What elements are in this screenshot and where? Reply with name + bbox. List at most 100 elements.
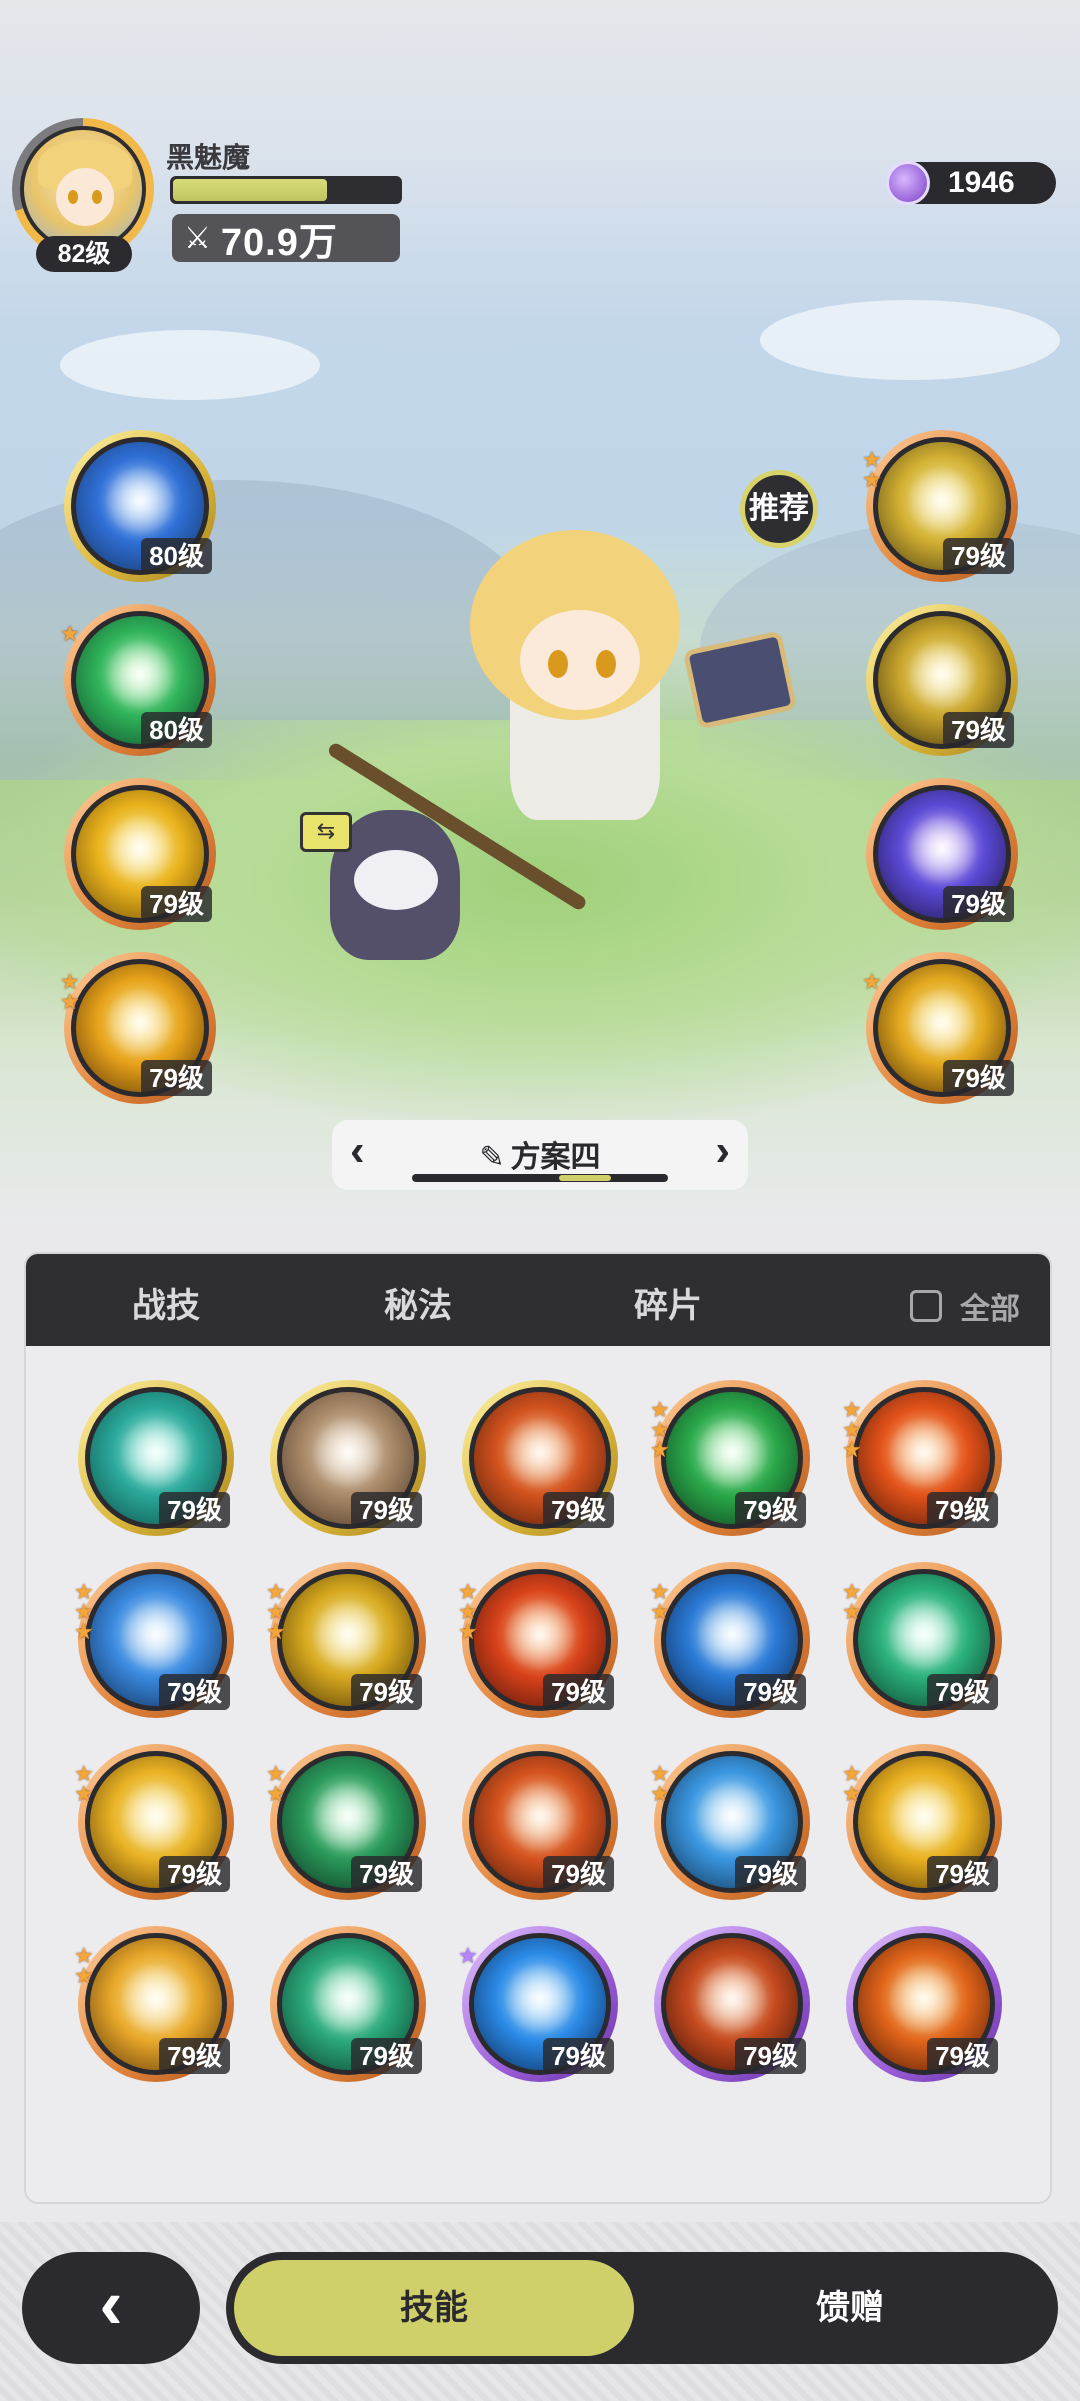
portrait-face bbox=[56, 168, 114, 226]
inventory-skill-17[interactable]: 79级 bbox=[270, 1926, 426, 2082]
character-face bbox=[520, 610, 640, 710]
inventory-skill-11[interactable]: ★ ★ 79级 bbox=[74, 1744, 234, 1900]
equipped-skill-left-3[interactable]: 79级 bbox=[64, 778, 216, 930]
star-icon: ★ bbox=[60, 621, 80, 646]
next-loadout-button[interactable]: › bbox=[715, 1126, 730, 1176]
combat-power: ⚔ 70.9万 bbox=[172, 214, 400, 264]
skill-stars: ★ ★ ★ bbox=[74, 1581, 94, 1644]
skill-level-label: 79级 bbox=[543, 1856, 614, 1892]
star-icon: ★ bbox=[458, 1619, 478, 1644]
inventory-skill-20[interactable]: 79级 bbox=[846, 1926, 1002, 2082]
inventory-skill-6[interactable]: ★ ★ ★ 79级 bbox=[74, 1562, 234, 1718]
hero-name: 黑魅魔 bbox=[166, 142, 251, 173]
inventory-skill-7[interactable]: ★ ★ ★ 79级 bbox=[266, 1562, 426, 1718]
skill-level-label: 79级 bbox=[351, 2038, 422, 2074]
skill-stars: ★ ★ bbox=[266, 1763, 286, 1806]
inventory-skill-2[interactable]: 79级 bbox=[270, 1380, 426, 1536]
skill-level-label: 79级 bbox=[141, 1060, 212, 1096]
skill-level-label: 79级 bbox=[141, 886, 212, 922]
inventory-skill-15[interactable]: ★ ★ 79级 bbox=[842, 1744, 1002, 1900]
loadout-indicator-thumb bbox=[558, 1175, 611, 1181]
hero-level-badge: 82级 bbox=[36, 236, 132, 272]
skill-stars: ★ ★ bbox=[842, 1581, 862, 1623]
skill-stars: ★ ★ ★ bbox=[458, 1581, 478, 1644]
equipped-skill-right-1[interactable]: ★ ★ 79级 bbox=[862, 430, 1018, 582]
inventory-skill-13[interactable]: 79级 bbox=[462, 1744, 618, 1900]
portrait-eye bbox=[68, 190, 78, 204]
skill-level-label: 79级 bbox=[159, 2038, 230, 2074]
skill-stars: ★ ★ bbox=[650, 1581, 670, 1624]
inventory-skill-3[interactable]: 79级 bbox=[462, 1380, 618, 1536]
show-all-checkbox[interactable] bbox=[910, 1290, 942, 1322]
skill-level-label: 79级 bbox=[927, 1856, 998, 1892]
inventory-skill-4[interactable]: ★ ★ ★ 79级 bbox=[650, 1380, 810, 1536]
currency-counter[interactable]: 1946 bbox=[886, 161, 1056, 205]
skill-level-label: 79级 bbox=[543, 1492, 614, 1528]
skill-level-label: 79级 bbox=[351, 1856, 422, 1892]
tab-fragments[interactable]: 碎片 bbox=[546, 1270, 790, 1346]
skill-stars: ★ bbox=[60, 621, 80, 646]
inventory-skill-19[interactable]: 79级 bbox=[654, 1926, 810, 2082]
skill-inventory-panel: 战技 秘法 碎片 全部 79级 79级 79级 ★ ★ ★ 79级 ★ ★ ★ 79级 ★ ★ ★ 79级 ★… bbox=[24, 1252, 1052, 2204]
skill-stars: ★ ★ bbox=[650, 1763, 670, 1806]
inventory-skill-1[interactable]: 79级 bbox=[78, 1380, 234, 1536]
inventory-skill-12[interactable]: ★ ★ 79级 bbox=[266, 1744, 426, 1900]
equipped-skill-left-1[interactable]: 80级 bbox=[64, 430, 216, 582]
skill-stars: ★ bbox=[458, 1945, 478, 1967]
inventory-skill-16[interactable]: ★ ★ 79级 bbox=[74, 1926, 234, 2082]
cloud bbox=[760, 300, 1060, 380]
star-icon: ★ bbox=[74, 1619, 94, 1644]
edit-pen-icon[interactable]: ✎ bbox=[479, 1141, 504, 1174]
skill-level-label: 79级 bbox=[159, 1674, 230, 1710]
star-icon: ★ bbox=[650, 1781, 670, 1806]
skill-stars: ★ ★ ★ bbox=[842, 1399, 862, 1462]
character-eye bbox=[548, 650, 568, 678]
equipped-skill-left-2[interactable]: ★ 80级 bbox=[60, 604, 216, 756]
skill-stars: ★ ★ bbox=[60, 971, 80, 1014]
star-icon: ★ bbox=[266, 1781, 286, 1806]
skill-level-label: 79级 bbox=[943, 712, 1014, 748]
hero-exp-bar bbox=[170, 176, 402, 204]
back-button[interactable]: ‹ bbox=[22, 2252, 200, 2364]
inventory-skill-5[interactable]: ★ ★ ★ 79级 bbox=[842, 1380, 1002, 1536]
skill-stars: ★ ★ ★ bbox=[650, 1399, 670, 1461]
star-icon: ★ bbox=[842, 1437, 862, 1462]
pet-face bbox=[354, 850, 438, 910]
loadout-name[interactable]: ✎ 方案四 bbox=[332, 1132, 748, 1176]
crossed-swords-icon: ⚔ bbox=[184, 221, 211, 255]
skill-level-label: 79级 bbox=[735, 2038, 806, 2074]
equipped-skill-right-3[interactable]: 79级 bbox=[866, 778, 1018, 930]
character-eye bbox=[596, 650, 616, 678]
skill-level-label: 79级 bbox=[943, 1060, 1014, 1096]
recommend-button[interactable]: 推荐 bbox=[740, 470, 818, 548]
inventory-skill-10[interactable]: ★ ★ 79级 bbox=[842, 1562, 1002, 1718]
bottom-tab-group: 技能 馈赠 bbox=[226, 2252, 1058, 2364]
skill-level-label: 79级 bbox=[735, 1674, 806, 1710]
tab-combat-skills[interactable]: 战技 bbox=[44, 1270, 288, 1346]
skill-stars: ★ ★ bbox=[842, 1763, 862, 1805]
skill-stars: ★ ★ bbox=[74, 1763, 94, 1805]
inventory-skill-14[interactable]: ★ ★ 79级 bbox=[650, 1744, 810, 1900]
star-icon: ★ bbox=[74, 1963, 94, 1988]
show-all-toggle[interactable]: 全部 bbox=[910, 1284, 1020, 1328]
equipped-skill-right-4[interactable]: ★ 79级 bbox=[862, 952, 1018, 1104]
skill-level-label: 79级 bbox=[543, 2038, 614, 2074]
gifts-tab-button[interactable]: 馈赠 bbox=[650, 2260, 1050, 2356]
star-icon: ★ bbox=[60, 989, 80, 1014]
star-icon: ★ bbox=[266, 1619, 286, 1644]
skill-level-label: 79级 bbox=[927, 1674, 998, 1710]
inventory-skill-9[interactable]: ★ ★ 79级 bbox=[650, 1562, 810, 1718]
inventory-skill-18[interactable]: ★ 79级 bbox=[458, 1926, 618, 2082]
inventory-skill-8[interactable]: ★ ★ ★ 79级 bbox=[458, 1562, 618, 1718]
star-icon: ★ bbox=[862, 969, 882, 994]
equipped-skill-left-4[interactable]: ★ ★ 79级 bbox=[60, 952, 216, 1104]
equipped-skill-right-2[interactable]: 79级 bbox=[866, 604, 1018, 756]
star-icon: ★ bbox=[650, 1599, 670, 1624]
skill-level-label: 79级 bbox=[943, 538, 1014, 574]
skill-stars: ★ ★ ★ bbox=[266, 1581, 286, 1644]
loadout-name-text: 方案四 bbox=[510, 1141, 601, 1174]
portrait-eye bbox=[92, 190, 102, 204]
skills-tab-button[interactable]: 技能 bbox=[234, 2260, 634, 2356]
tab-secret-arts[interactable]: 秘法 bbox=[296, 1270, 540, 1346]
swap-pet-icon[interactable]: ⇆ bbox=[300, 812, 352, 852]
